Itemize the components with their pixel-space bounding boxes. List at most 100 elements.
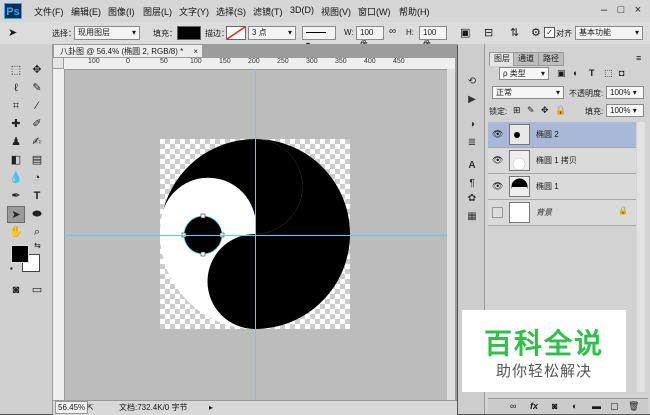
visibility-eye-icon[interactable]: 👁 [492,181,504,191]
layer-filter-dropdown[interactable]: ρ 类型 ▾ [499,67,549,80]
blend-mode-dropdown[interactable]: 正常 ▾ [492,86,564,99]
eraser-tool-icon[interactable]: ◧ [7,152,25,169]
path-selection-tool-icon[interactable]: ➤ [7,206,25,223]
maximize-button[interactable]: □ [614,3,628,17]
paragraph-panel-icon[interactable]: ¶ [465,178,479,190]
properties-panel-icon[interactable]: ≣ [465,137,479,149]
close-window-button[interactable]: × [631,3,645,17]
layers-scrollbar[interactable] [637,122,645,392]
layer-name[interactable]: 椭圆 2 [536,129,559,140]
vertical-scrollbar[interactable] [447,69,455,400]
stroke-swatch[interactable] [226,26,246,40]
layer-row-ellipse-2[interactable]: 👁 椭圆 2 [488,122,636,148]
tab-layers[interactable]: 图层 [489,52,515,66]
visibility-toggle-off[interactable] [492,207,503,218]
menu-image[interactable]: 图像(I) [108,5,135,18]
smart-object-filter-icon[interactable]: ◘ [619,68,624,78]
path-operations-icon[interactable]: ▣ [460,26,470,39]
menu-edit[interactable]: 编辑(E) [71,5,101,18]
adjustment-filter-icon[interactable]: ◐ [573,68,578,78]
opacity-field[interactable]: 100% ▾ [606,86,644,99]
tab-channels[interactable]: 通道 [513,52,539,66]
width-field[interactable]: 100 像 [356,26,384,49]
foreground-color-swatch[interactable] [11,245,29,263]
stroke-style-dropdown[interactable]: ▾ [302,26,336,49]
actions-panel-icon[interactable]: ▶ [465,94,479,106]
horizontal-guide[interactable] [64,235,447,236]
type-filter-icon[interactable]: T [589,68,595,78]
swap-colors-icon[interactable]: ⇆ [34,241,41,250]
path-arrangement-icon[interactable]: ⇅ [510,26,519,39]
panel-menu-icon[interactable]: ≡ [636,53,641,63]
crop-tool-icon[interactable]: ⌗ [7,98,25,115]
path-select-tool-icon[interactable]: ➤ [8,26,17,39]
settings-gear-icon[interactable]: ⚙ [531,26,541,39]
mask-icon[interactable]: ◙ [552,399,557,413]
link-icon[interactable]: ∞ [510,399,516,413]
ruler-origin[interactable] [53,58,64,69]
layer-name[interactable]: 背景 [536,207,552,218]
character-panel-icon[interactable]: A [465,160,479,172]
layer-name[interactable]: 椭圆 1 [536,181,559,192]
menu-layer[interactable]: 图层(L) [143,5,172,18]
pen-tool-icon[interactable]: ✒ [7,188,25,205]
zoom-tool-icon[interactable]: ⌕ [28,224,46,241]
menu-type[interactable]: 文字(Y) [179,5,209,18]
move-tool-icon[interactable]: ✥ [28,62,46,79]
blur-tool-icon[interactable]: 💧 [7,170,25,187]
screen-mode-icon[interactable]: ▭ [28,282,46,299]
adjustments-panel-icon[interactable]: ◑ [465,119,479,131]
history-panel-icon[interactable]: ⟲ [465,76,479,88]
status-export-icon[interactable]: ⇱ [87,401,94,414]
visibility-eye-icon[interactable]: 👁 [492,155,504,165]
stroke-width-field[interactable]: 3 点 ▾ [248,26,296,40]
document-tab[interactable]: 八卦图 @ 56.4% (椭圆 2, RGB/8) * × [53,44,203,58]
workspace-dropdown[interactable]: 基本功能 ▾ [575,26,643,40]
hand-tool-icon[interactable]: ✋ [7,224,25,241]
height-field[interactable]: 100 像 [419,26,447,49]
healing-brush-tool-icon[interactable]: ✚ [7,116,25,133]
tab-paths[interactable]: 路径 [538,52,564,66]
menu-file[interactable]: 文件(F) [34,5,64,18]
layer-name[interactable]: 椭圆 1 拷贝 [536,155,577,166]
adjustment-icon[interactable]: ◐ [572,399,577,413]
ellipse-tool-icon[interactable]: ⬬ [28,206,46,223]
marquee-tool-icon[interactable]: ⬚ [7,62,25,79]
pixel-filter-icon[interactable]: ▣ [557,68,566,79]
default-colors-icon[interactable]: ▪ [10,264,13,273]
fx-icon[interactable]: fx [530,399,538,413]
menu-view[interactable]: 视图(V) [321,5,351,18]
eyedropper-tool-icon[interactable]: ⁄ [28,98,46,115]
type-tool-icon[interactable]: T [28,188,46,205]
select-layer-dropdown[interactable]: 现用图层 ▾ [74,26,140,40]
align-edges-checkbox[interactable]: ✓ [544,27,555,38]
lock-position-icon[interactable]: ✥ [541,105,549,116]
dodge-tool-icon[interactable]: ◔ [28,170,46,187]
shape-filter-icon[interactable]: ⬚ [604,68,613,79]
lock-transparency-icon[interactable]: ⊞ [513,105,521,116]
menu-select[interactable]: 选择(S) [216,5,246,18]
close-document-icon[interactable]: × [193,45,198,58]
menu-filter[interactable]: 滤镜(T) [253,5,283,18]
visibility-eye-icon[interactable]: 👁 [492,129,504,139]
anchor-point[interactable] [200,251,206,257]
fill-field[interactable]: 100% ▾ [606,104,644,117]
trash-icon[interactable]: 🗑 [628,399,639,413]
menu-window[interactable]: 窗口(W) [358,5,391,18]
lasso-tool-icon[interactable]: ℓ [7,80,25,97]
menu-3d[interactable]: 3D(D) [290,5,314,15]
swatches-panel-icon[interactable]: ✿ [465,193,479,205]
lock-image-icon[interactable]: ✎ [527,105,535,116]
quick-selection-tool-icon[interactable]: ✎ [28,80,46,97]
grid-panel-icon[interactable]: ▦ [465,211,479,223]
quick-mask-icon[interactable]: ◙ [7,282,25,299]
path-alignment-icon[interactable]: ⊟ [484,26,493,39]
history-brush-tool-icon[interactable]: ✍ [28,134,46,151]
lock-all-icon[interactable]: 🔒 [555,105,566,116]
gradient-tool-icon[interactable]: ▤ [28,152,46,169]
menu-help[interactable]: 帮助(H) [399,5,430,18]
link-dimensions-icon[interactable]: ∞ [389,26,396,37]
fill-swatch[interactable] [177,26,201,40]
new-layer-icon[interactable]: ▢ [610,399,619,413]
layer-row-background[interactable]: 背景 🔒 [488,200,636,226]
